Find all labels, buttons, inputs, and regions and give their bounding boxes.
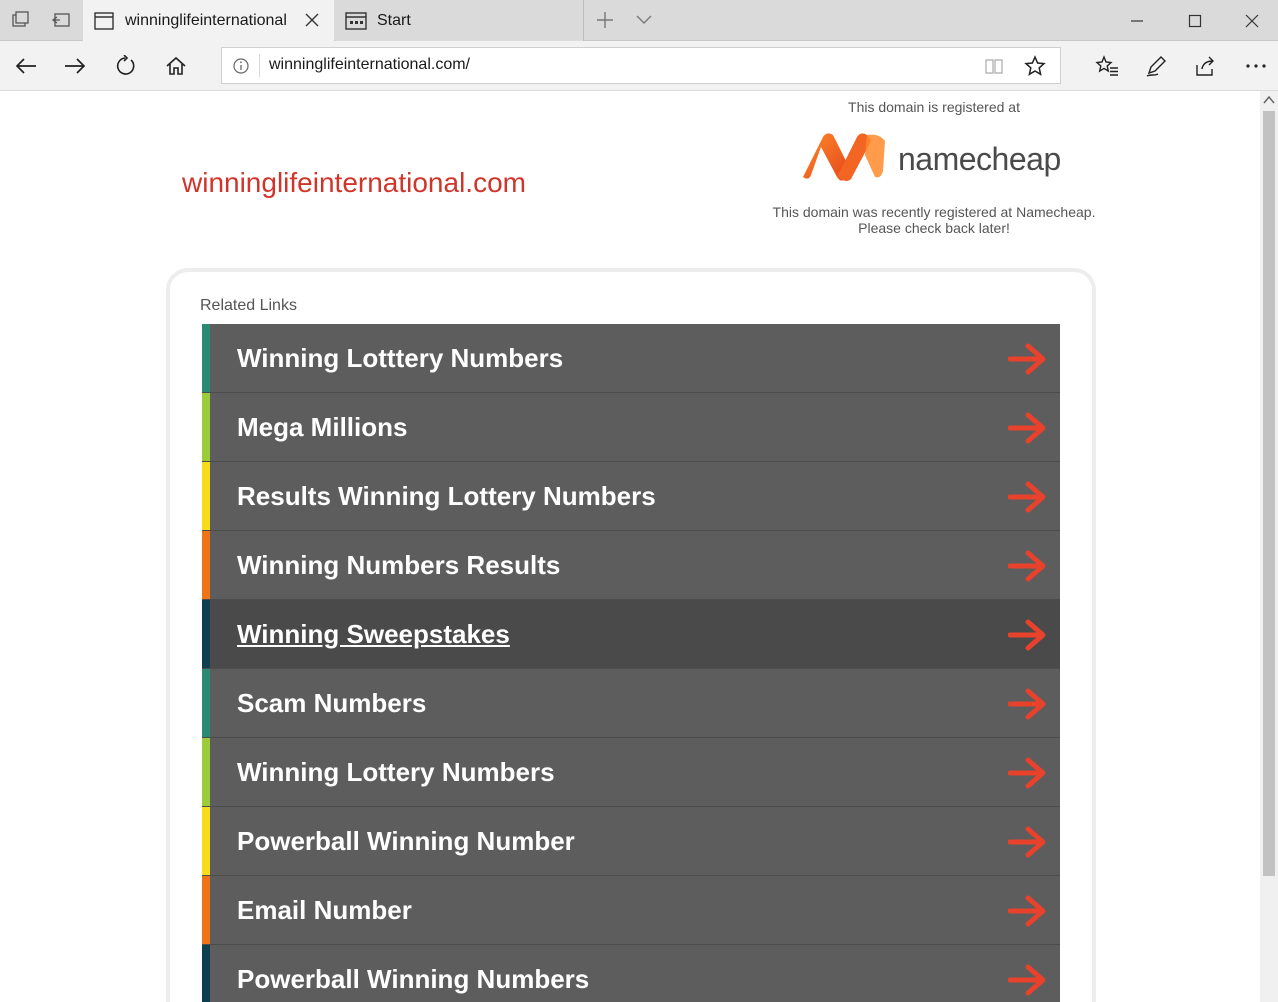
registration-message: This domain was recently registered at N… (772, 204, 1096, 236)
arrow-right-icon[interactable] (1008, 895, 1048, 927)
registrar-notice-top: This domain is registered at (848, 99, 1020, 115)
forward-icon[interactable] (62, 53, 88, 79)
related-link-label[interactable]: Results Winning Lottery Numbers (237, 481, 656, 512)
namecheap-wordmark[interactable]: namecheap (898, 141, 1061, 178)
related-link-label[interactable]: Powerball Winning Number (237, 826, 575, 857)
related-link-label[interactable]: Powerball Winning Numbers (237, 964, 589, 995)
related-link-label[interactable]: Winning Lottery Numbers (237, 757, 555, 788)
related-link-row[interactable]: Email Number (202, 876, 1060, 945)
related-links-list: Winning Lotttery Numbers Mega Millions Res… (202, 324, 1060, 1002)
arrow-right-icon[interactable] (1008, 619, 1048, 651)
related-link-row[interactable]: Winning Numbers Results (202, 531, 1060, 600)
arrow-right-icon[interactable] (1008, 481, 1048, 513)
reading-view-icon[interactable] (984, 56, 1004, 76)
close-window-icon[interactable] (1240, 9, 1264, 33)
related-link-label[interactable]: Email Number (237, 895, 412, 926)
start-page-icon (345, 10, 367, 32)
page-viewport: winninglifeinternational.com This domain… (0, 91, 1260, 1002)
tab-label: Start (377, 11, 411, 29)
page-icon (93, 10, 115, 32)
arrow-right-icon[interactable] (1008, 688, 1048, 720)
link-color-stripe (202, 531, 210, 599)
link-color-stripe (202, 462, 210, 530)
related-link-row[interactable]: Scam Numbers (202, 669, 1060, 738)
vertical-scrollbar[interactable] (1260, 91, 1278, 1002)
address-toolbar: winninglifeinternational.com/ (0, 41, 1278, 91)
arrow-right-icon[interactable] (1008, 412, 1048, 444)
related-link-row[interactable]: Mega Millions (202, 393, 1060, 462)
arrow-right-icon[interactable] (1008, 343, 1048, 375)
arrow-right-icon[interactable] (1008, 826, 1048, 858)
related-link-row[interactable]: Results Winning Lottery Numbers (202, 462, 1060, 531)
favorite-star-icon[interactable] (1024, 55, 1046, 77)
related-link-label[interactable]: Winning Numbers Results (237, 550, 560, 581)
new-tab-icon[interactable] (594, 9, 616, 31)
tab-preview-icon[interactable] (10, 9, 32, 31)
related-link-label[interactable]: Winning Lotttery Numbers (237, 343, 563, 374)
address-bar[interactable]: winninglifeinternational.com/ (221, 47, 1061, 84)
link-color-stripe (202, 393, 210, 461)
maximize-icon[interactable] (1183, 9, 1207, 33)
related-link-row[interactable]: Winning Lotttery Numbers (202, 324, 1060, 393)
domain-title: winninglifeinternational.com (182, 167, 526, 198)
scroll-up-arrow-icon[interactable] (1263, 95, 1275, 105)
link-color-stripe (202, 945, 210, 1002)
arrow-right-icon[interactable] (1008, 550, 1048, 582)
close-tab-icon[interactable] (302, 10, 322, 30)
tab-start[interactable]: Start (335, 0, 584, 41)
link-color-stripe (202, 324, 210, 392)
link-color-stripe (202, 876, 210, 944)
related-links-heading: Related Links (200, 297, 297, 314)
related-link-label[interactable]: Scam Numbers (237, 688, 426, 719)
set-aside-tabs-icon[interactable] (50, 9, 72, 31)
link-color-stripe (202, 738, 210, 806)
web-note-pen-icon[interactable] (1143, 53, 1169, 79)
tab-label: winninglifeinternational (125, 11, 287, 29)
back-icon[interactable] (13, 53, 39, 79)
favorites-hub-icon[interactable] (1094, 53, 1120, 79)
more-options-icon[interactable] (1243, 53, 1269, 79)
link-color-stripe (202, 600, 210, 668)
related-link-label[interactable]: Winning Sweepstakes (237, 619, 510, 650)
site-info-icon[interactable] (232, 57, 250, 75)
related-link-row[interactable]: Powerball Winning Numbers (202, 945, 1060, 1002)
tab-winninglifeinternational[interactable]: winninglifeinternational (83, 0, 334, 41)
tab-list-chevron-icon[interactable] (633, 9, 655, 31)
scrollbar-thumb[interactable] (1263, 111, 1275, 876)
refresh-icon[interactable] (112, 53, 138, 79)
tab-bar: winninglifeinternational Start (0, 0, 1278, 41)
home-icon[interactable] (163, 53, 189, 79)
link-color-stripe (202, 807, 210, 875)
address-separator (259, 54, 260, 77)
share-icon[interactable] (1192, 53, 1218, 79)
arrow-right-icon[interactable] (1008, 964, 1048, 996)
arrow-right-icon[interactable] (1008, 757, 1048, 789)
related-link-row[interactable]: Winning Lottery Numbers (202, 738, 1060, 807)
related-link-label[interactable]: Mega Millions (237, 412, 407, 443)
link-color-stripe (202, 669, 210, 737)
minimize-icon[interactable] (1125, 9, 1149, 33)
related-link-row[interactable]: Winning Sweepstakes (202, 600, 1060, 669)
related-link-row[interactable]: Powerball Winning Number (202, 807, 1060, 876)
url-text[interactable]: winninglifeinternational.com/ (269, 56, 470, 74)
